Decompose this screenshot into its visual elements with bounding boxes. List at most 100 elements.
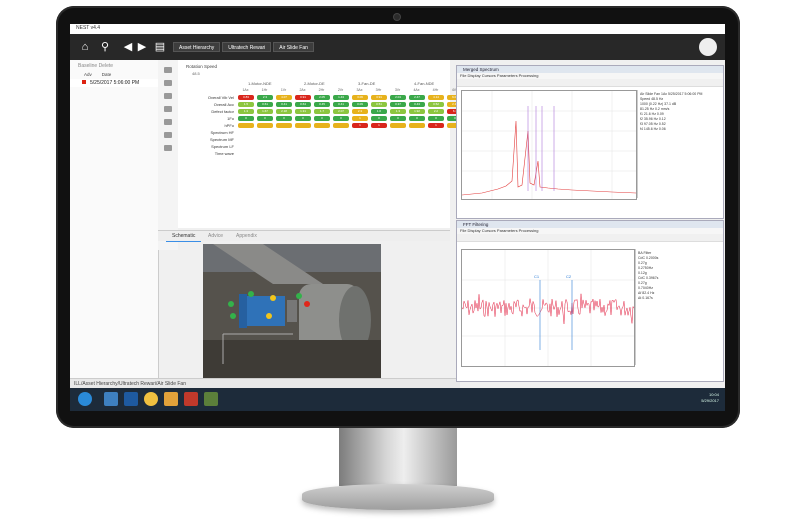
matrix-cell[interactable] (276, 123, 292, 128)
list-icon[interactable] (164, 119, 172, 125)
svg-text:C1: C1 (534, 274, 540, 279)
settings-icon[interactable] (164, 145, 172, 151)
folder-icon[interactable] (164, 392, 178, 406)
tab-advice[interactable]: Advice (202, 231, 229, 241)
matrix-cell[interactable]: 1.6 (371, 109, 387, 114)
wave-icon[interactable] (164, 106, 172, 112)
tab-appendix[interactable]: Appendix (230, 231, 263, 241)
matrix-cell[interactable]: 0 (238, 116, 254, 121)
matrix-cell[interactable]: 0.61 (257, 102, 273, 107)
matrix-cell[interactable]: 0.91 (295, 95, 311, 100)
matrix-cell[interactable]: 1.5 (238, 102, 254, 107)
matrix-cell[interactable]: 0 (276, 116, 292, 121)
matrix-cell[interactable] (238, 123, 254, 128)
matrix-cell[interactable] (257, 123, 273, 128)
window-toolbar (457, 79, 723, 87)
matrix-cell[interactable]: 1.7 (314, 109, 330, 114)
home-icon[interactable]: ⌂ (78, 39, 92, 55)
spectrum-plot[interactable] (461, 90, 637, 200)
matrix-cell[interactable] (333, 123, 349, 128)
matrix-cell[interactable]: 1 (352, 123, 368, 128)
matrix-row-label: hPFo (224, 123, 234, 128)
app-icon[interactable] (184, 392, 198, 406)
tool-icons (158, 60, 178, 250)
matrix-cell[interactable]: 0 (314, 116, 330, 121)
breadcrumb-item[interactable]: Air Slide Fan (273, 42, 314, 52)
matrix-cell[interactable]: 1.3 (390, 109, 406, 114)
matrix-cell[interactable] (409, 123, 425, 128)
matrix-subtitle: 48.5 (192, 71, 200, 76)
monitor-stand-neck (339, 428, 457, 486)
matrix-cell[interactable]: 2.47 (409, 95, 425, 100)
matrix-cell[interactable]: 1.3 (238, 109, 254, 114)
matrix-cell[interactable] (295, 123, 311, 128)
matrix-cell[interactable] (390, 123, 406, 128)
monitor-stand-base (302, 484, 494, 510)
matrix-cell[interactable]: 2.07 (333, 109, 349, 114)
tab-schematic[interactable]: Schematic (166, 231, 202, 242)
matrix-cell[interactable]: 1.43 (333, 95, 349, 100)
matrix-cell[interactable]: 0.41 (276, 102, 292, 107)
matrix-cell[interactable]: 0 (428, 116, 444, 121)
axis-label: 2Ax (299, 88, 306, 92)
matrix-cell[interactable]: 1 (428, 123, 444, 128)
baseline-tabs[interactable]: Baseline Delete (70, 60, 158, 72)
matrix-cell[interactable]: 0 (409, 116, 425, 121)
chrome-icon[interactable] (144, 392, 158, 406)
table-icon[interactable] (164, 132, 172, 138)
matrix-cell[interactable]: 2.2 (428, 109, 444, 114)
matrix-cell[interactable]: 2.3 (257, 95, 273, 100)
matrix-cell[interactable]: 0.64 (295, 102, 311, 107)
forward-icon[interactable]: ▶ (136, 39, 148, 55)
breadcrumb-item[interactable]: Ultratech Rewari (222, 42, 272, 52)
matrix-cell[interactable]: 4.14 (428, 95, 444, 100)
internet-explorer-icon[interactable] (124, 392, 138, 406)
matrix-cell[interactable]: 0.41 (333, 102, 349, 107)
bell-icon[interactable] (164, 80, 172, 86)
explorer-icon[interactable] (104, 392, 118, 406)
matrix-cell[interactable]: 3.91 (371, 95, 387, 100)
matrix-cell[interactable]: 2.05 (314, 95, 330, 100)
matrix-cell[interactable]: 0 (390, 116, 406, 121)
matrix-cell[interactable]: 1 (371, 123, 387, 128)
legend-line: Δt 0.167s (638, 296, 653, 300)
column-header: Date (101, 72, 112, 77)
matrix-cell[interactable]: 1.31 (295, 109, 311, 114)
matrix-cell[interactable]: 1 (352, 116, 368, 121)
axis-label: 4Hr (432, 88, 439, 92)
filter-plot[interactable]: C1 C2 (461, 249, 635, 367)
matrix-cell[interactable]: 0.83 (238, 95, 254, 100)
search-icon[interactable]: ⚲ (98, 39, 112, 55)
matrix-cell[interactable]: 0 (371, 116, 387, 121)
matrix-cell[interactable]: 0 (333, 116, 349, 121)
clock-icon[interactable] (164, 67, 172, 73)
matrix-cell[interactable]: 0.09 (352, 102, 368, 107)
matrix-cell[interactable]: 0.52 (428, 102, 444, 107)
breadcrumb-item[interactable]: Asset Hierarchy (173, 42, 221, 52)
matrix-cell[interactable]: 0.51 (371, 102, 387, 107)
baseline-row[interactable]: 5/25/2017 5:06:00 PM (70, 79, 158, 87)
matrix-cell[interactable]: 0.37 (390, 102, 406, 107)
chart-icon[interactable] (164, 93, 172, 99)
matrix-cell[interactable]: 1.67 (257, 109, 273, 114)
matrix-cell[interactable]: 2.18 (276, 109, 292, 114)
window-title: FFT Filtering (457, 221, 723, 228)
matrix-cell[interactable]: 0.43 (409, 102, 425, 107)
system-tray[interactable]: 10:04 5/29/2017 (701, 392, 719, 404)
matrix-cell[interactable] (314, 123, 330, 128)
matrix-cell[interactable]: 0.45 (314, 102, 330, 107)
matrix-cell[interactable]: 0 (295, 116, 311, 121)
axis-label: 1Vr (280, 88, 287, 92)
matrix-cell[interactable]: 2.3 (352, 109, 368, 114)
document-icon[interactable]: ▤ (154, 39, 166, 55)
back-icon[interactable]: ◀ (122, 39, 134, 55)
user-avatar-icon[interactable] (699, 38, 717, 56)
start-button-icon[interactable] (78, 392, 92, 406)
app-icon[interactable] (204, 392, 218, 406)
matrix-cell[interactable]: 0 (257, 116, 273, 121)
matrix-cell[interactable]: 4.07 (276, 95, 292, 100)
matrix-cell[interactable]: 3.06 (352, 95, 368, 100)
matrix-cell[interactable]: 1.92 (409, 109, 425, 114)
group-label: 4-Fan-NDE (414, 81, 435, 86)
matrix-cell[interactable]: 2.04 (390, 95, 406, 100)
